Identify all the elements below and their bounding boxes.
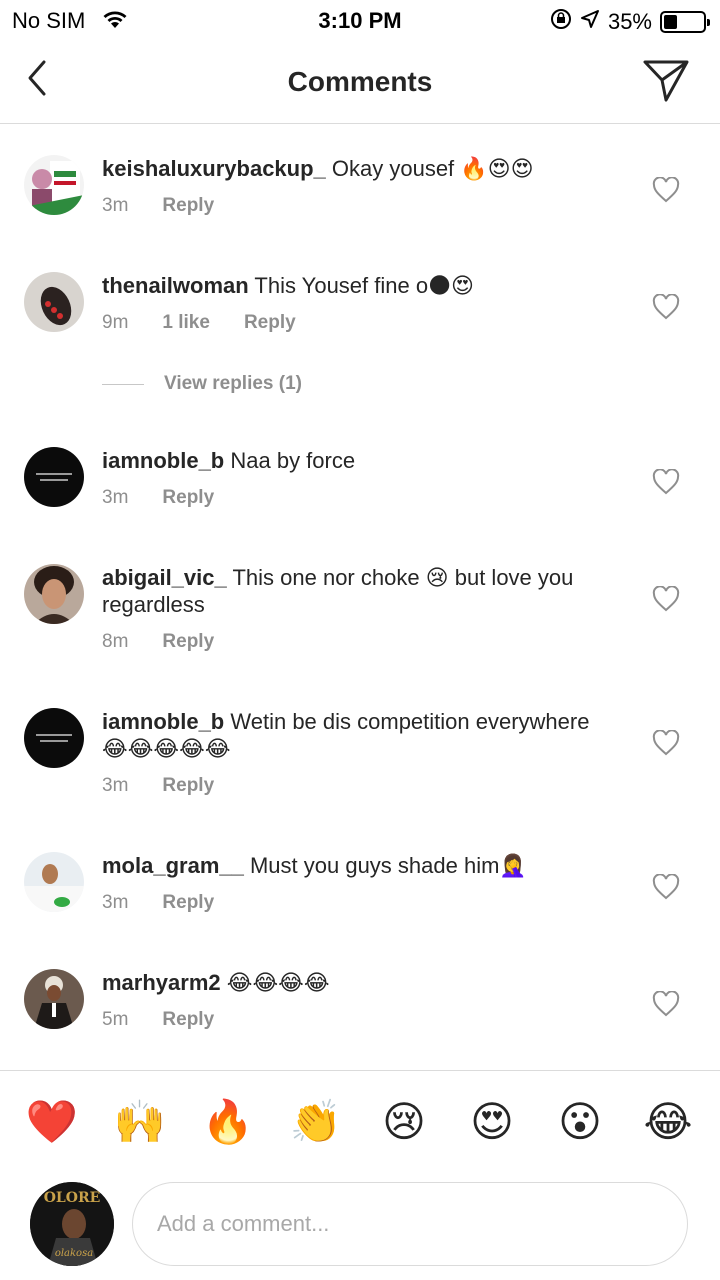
surprised-emoji-button[interactable]: 😮 bbox=[550, 1095, 610, 1149]
like-heart-icon[interactable] bbox=[652, 729, 680, 756]
comment-text: This Yousef fine o🌑😍 bbox=[248, 273, 474, 298]
status-right: 35% bbox=[550, 8, 710, 36]
avatar[interactable] bbox=[24, 272, 84, 332]
comment-meta: 3m Reply bbox=[102, 487, 214, 509]
comment-username[interactable]: keishaluxurybackup_ bbox=[102, 156, 326, 181]
share-direct-icon[interactable] bbox=[642, 56, 690, 104]
avatar-logo-text: OLORE bbox=[44, 1190, 101, 1206]
likes-count[interactable]: 1 like bbox=[162, 312, 210, 334]
comment-meta: 3m Reply bbox=[102, 775, 214, 797]
reply-button[interactable]: Reply bbox=[162, 892, 214, 914]
comment-text: Must you guys shade him🤦‍♀️ bbox=[243, 853, 527, 878]
reply-button[interactable]: Reply bbox=[244, 312, 296, 334]
comment-meta: 3m Reply bbox=[102, 195, 214, 217]
avatar[interactable] bbox=[24, 155, 84, 215]
heart-eyes-emoji-button[interactable]: 😍 bbox=[462, 1095, 522, 1149]
comment-meta: 9m 1 like Reply bbox=[102, 312, 296, 334]
raising-hands-emoji-button[interactable]: 🙌 bbox=[110, 1095, 170, 1149]
like-heart-icon[interactable] bbox=[652, 293, 680, 320]
comment-username[interactable]: marhyarm2 bbox=[102, 970, 221, 995]
comment-meta: 8m Reply bbox=[102, 631, 214, 653]
comment-time: 3m bbox=[102, 487, 129, 508]
divider-line bbox=[102, 383, 144, 385]
like-heart-icon[interactable] bbox=[652, 468, 680, 495]
add-comment-input[interactable] bbox=[132, 1182, 688, 1266]
emoji-quick-bar: ❤️ 🙌 🔥 👏 😢 😍 😮 😂 bbox=[0, 1070, 720, 1174]
comment-time: 9m bbox=[102, 312, 129, 333]
comment-meta: 5m Reply bbox=[102, 1009, 214, 1031]
comment-body: thenailwoman This Yousef fine o🌑😍 bbox=[102, 272, 602, 299]
comments-list[interactable]: keishaluxurybackup_ Okay yousef 🔥😍😍 3m R… bbox=[0, 125, 720, 1070]
avatar[interactable] bbox=[24, 852, 84, 912]
view-replies-link[interactable]: View replies (1) bbox=[102, 373, 302, 395]
comment-composer: OLORE olakosa bbox=[0, 1174, 720, 1280]
comment-body: abigail_vic_ This one nor choke 😢 but lo… bbox=[102, 564, 602, 618]
comment-time: 3m bbox=[102, 195, 129, 216]
battery-percent: 35% bbox=[607, 9, 652, 34]
comment-username[interactable]: iamnoble_b bbox=[102, 448, 224, 473]
comment-username[interactable]: iamnoble_b bbox=[102, 709, 224, 734]
reply-button[interactable]: Reply bbox=[162, 1009, 214, 1031]
fire-emoji-button[interactable]: 🔥 bbox=[198, 1095, 258, 1149]
reply-button[interactable]: Reply bbox=[162, 631, 214, 653]
laughing-emoji-button[interactable]: 😂 bbox=[638, 1095, 698, 1149]
battery-icon bbox=[660, 11, 710, 33]
header: Comments bbox=[0, 40, 720, 124]
avatar-signature-text: olakosa bbox=[55, 1248, 93, 1259]
comment-text: Naa by force bbox=[224, 448, 356, 473]
status-bar: No SIM 3:10 PM 35% bbox=[0, 0, 720, 40]
comment-text: Okay yousef 🔥😍😍 bbox=[325, 156, 534, 181]
comment-text: 😂😂😂😂 bbox=[220, 970, 330, 995]
comment-username[interactable]: mola_gram__ bbox=[102, 853, 244, 878]
comment-body: iamnoble_b Naa by force bbox=[102, 447, 602, 474]
comment-username[interactable]: thenailwoman bbox=[102, 273, 249, 298]
heart-emoji-button[interactable]: ❤️ bbox=[22, 1095, 82, 1149]
rotation-lock-icon bbox=[550, 8, 572, 36]
location-icon bbox=[580, 9, 600, 35]
avatar[interactable] bbox=[24, 564, 84, 624]
comment-time: 5m bbox=[102, 1009, 129, 1030]
page-title: Comments bbox=[287, 66, 433, 97]
like-heart-icon[interactable] bbox=[652, 873, 680, 900]
crying-emoji-button[interactable]: 😢 bbox=[374, 1095, 434, 1149]
like-heart-icon[interactable] bbox=[652, 176, 680, 203]
comment-time: 8m bbox=[102, 631, 129, 652]
comment-username[interactable]: abigail_vic_ bbox=[102, 565, 227, 590]
battery-fill bbox=[664, 15, 677, 29]
comment-time: 3m bbox=[102, 892, 129, 913]
reply-button[interactable]: Reply bbox=[162, 487, 214, 509]
reply-button[interactable]: Reply bbox=[162, 195, 214, 217]
comment-time: 3m bbox=[102, 775, 129, 796]
my-avatar: OLORE olakosa bbox=[30, 1182, 114, 1266]
like-heart-icon[interactable] bbox=[652, 585, 680, 612]
comment-body: iamnoble_b Wetin be dis competition ever… bbox=[102, 708, 602, 762]
like-heart-icon[interactable] bbox=[652, 990, 680, 1017]
clapping-emoji-button[interactable]: 👏 bbox=[286, 1095, 346, 1149]
comment-body: keishaluxurybackup_ Okay yousef 🔥😍😍 bbox=[102, 155, 602, 182]
avatar[interactable] bbox=[24, 708, 84, 768]
avatar[interactable] bbox=[24, 969, 84, 1029]
view-replies-label: View replies (1) bbox=[164, 373, 302, 394]
reply-button[interactable]: Reply bbox=[162, 775, 214, 797]
avatar[interactable] bbox=[24, 447, 84, 507]
comment-body: mola_gram__ Must you guys shade him🤦‍♀️ bbox=[102, 852, 602, 879]
comment-body: marhyarm2 😂😂😂😂 bbox=[102, 969, 602, 996]
comment-meta: 3m Reply bbox=[102, 892, 214, 914]
